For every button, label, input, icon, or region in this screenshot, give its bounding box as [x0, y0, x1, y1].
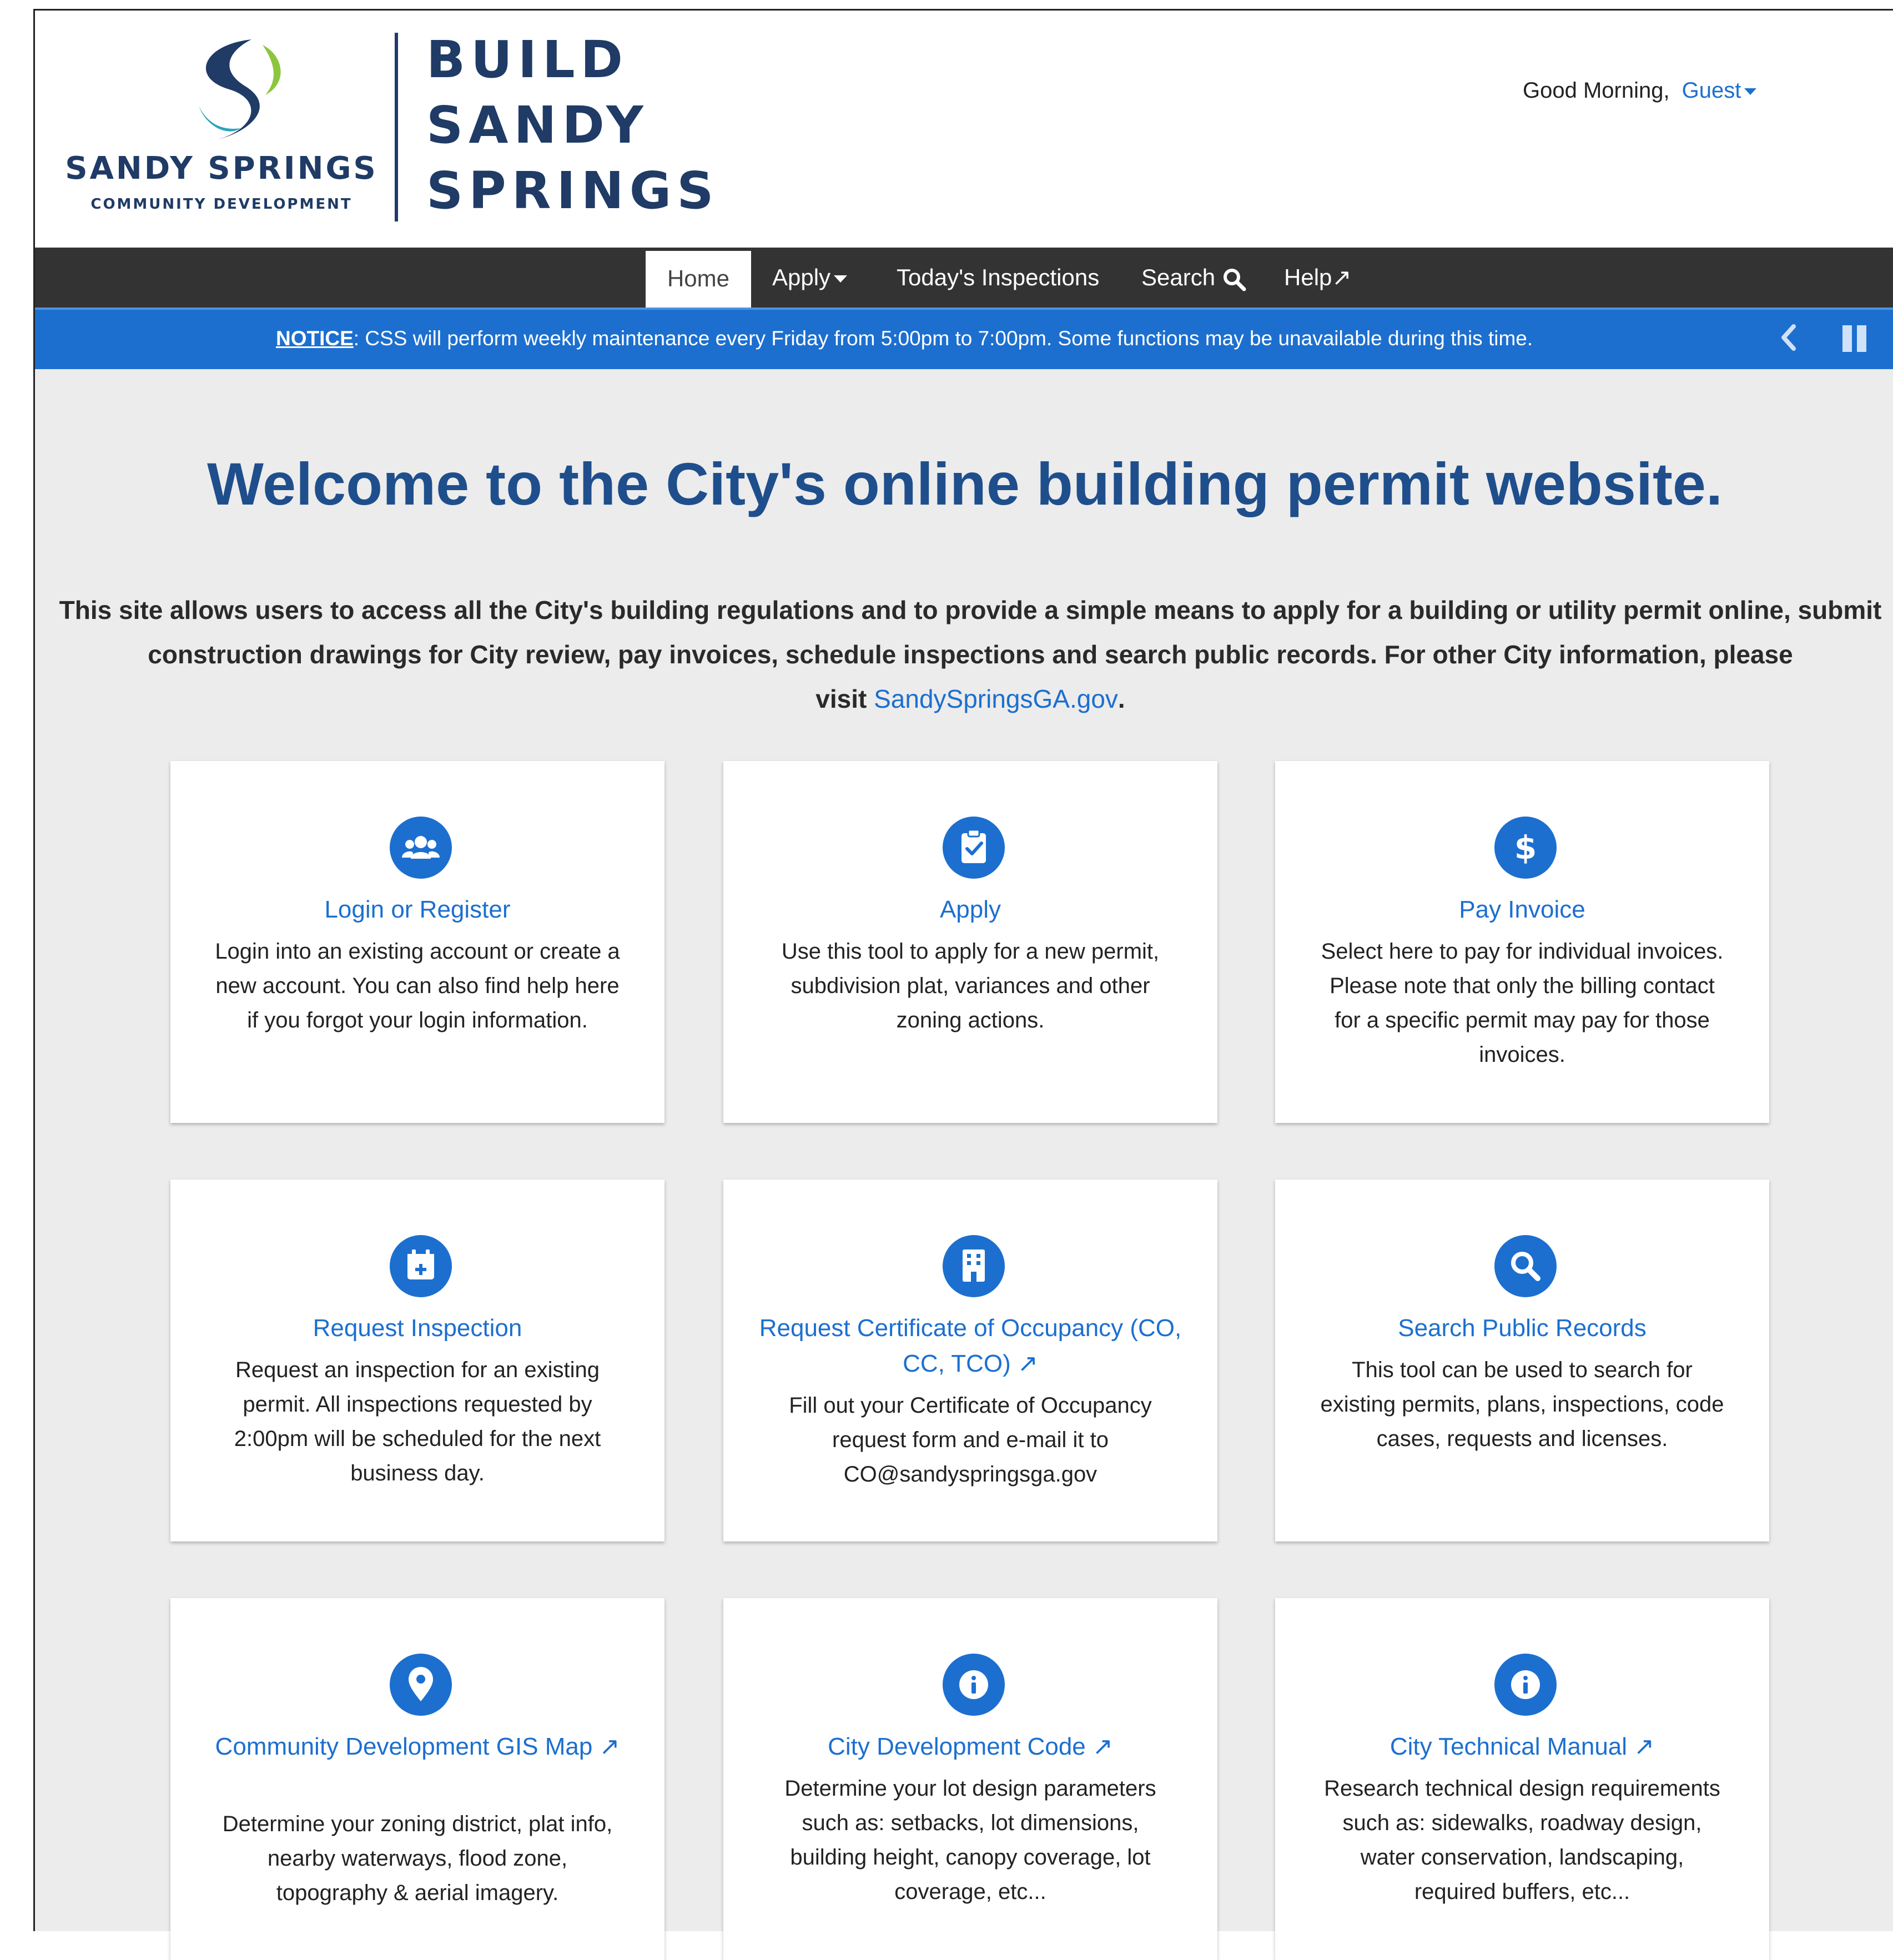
card-description: Request an inspection for an existing pe…	[234, 1358, 601, 1485]
card-title[interactable]: Request Inspection	[193, 1311, 642, 1346]
greeting-text: Good Morning,	[1523, 78, 1670, 103]
clipboard-check-icon	[943, 817, 1005, 879]
search-icon	[1494, 1235, 1557, 1297]
nav-apply[interactable]: Apply	[772, 248, 848, 308]
notice-label: NOTICE	[276, 327, 354, 350]
intro-line-3: visit SandySpringsGA.gov.	[46, 677, 1893, 721]
chevron-down-icon	[1744, 88, 1757, 95]
intro-end: .	[1117, 684, 1125, 713]
card-development-code[interactable]: City Development Code ↗ Determine your l…	[723, 1598, 1217, 1960]
card-title[interactable]: Search Public Records	[1297, 1311, 1747, 1346]
card-technical-manual[interactable]: City Technical Manual ↗ Research technic…	[1275, 1598, 1769, 1960]
intro-visit: visit	[815, 684, 874, 713]
card-certificate-of-occupancy[interactable]: Request Certificate of Occupancy (CO, CC…	[723, 1180, 1217, 1541]
brand-subtitle: COMMUNITY DEVELOPMENT	[90, 196, 353, 213]
svg-text:$: $	[1514, 829, 1537, 866]
card-description: Use this tool to apply for a new permit,…	[781, 939, 1160, 1032]
users-icon	[390, 817, 452, 879]
nav-todays-inspections[interactable]: Today's Inspections	[897, 248, 1099, 308]
card-title[interactable]: Pay Invoice	[1297, 892, 1747, 928]
card-apply[interactable]: Apply Use this tool to apply for a new p…	[723, 761, 1217, 1123]
card-title[interactable]: City Development Code ↗	[746, 1729, 1195, 1765]
card-description: Research technical design requirements s…	[1324, 1776, 1720, 1904]
card-title[interactable]: Apply	[746, 892, 1195, 928]
notice-message: : CSS will perform weekly maintenance ev…	[353, 327, 1533, 350]
info-icon	[943, 1654, 1005, 1716]
card-search-public-records[interactable]: Search Public Records This tool can be u…	[1275, 1180, 1769, 1541]
brand-name: SANDY SPRINGS	[65, 150, 378, 187]
pause-icon[interactable]	[1839, 323, 1870, 354]
user-menu-button[interactable]: Guest	[1682, 78, 1757, 103]
card-title[interactable]: City Technical Manual ↗	[1297, 1729, 1747, 1765]
card-title[interactable]: Login or Register	[193, 892, 642, 928]
site-title-line-3: SPRINGS	[426, 161, 719, 220]
card-pay-invoice[interactable]: $ Pay Invoice Select here to pay for ind…	[1275, 761, 1769, 1123]
card-gis-map[interactable]: Community Development GIS Map ↗ Determin…	[170, 1598, 664, 1960]
card-description: Determine your lot design parameters suc…	[784, 1776, 1156, 1904]
page-frame: SANDY SPRINGS COMMUNITY DEVELOPMENT BUIL…	[33, 9, 1893, 1960]
card-description: This tool can be used to search for exis…	[1320, 1358, 1724, 1451]
notice-text: NOTICE: CSS will perform weekly maintena…	[276, 310, 1533, 367]
city-website-link[interactable]: SandySpringsGA.gov	[874, 684, 1118, 713]
user-name: Guest	[1681, 78, 1741, 103]
nav-help[interactable]: Help↗	[1284, 248, 1352, 308]
card-description: Login into an existing account or create…	[215, 939, 620, 1032]
card-login-register[interactable]: Login or Register Login into an existing…	[170, 761, 664, 1123]
site-title-line-2: SANDY	[426, 95, 649, 155]
card-description: Fill out your Certificate of Occupancy r…	[789, 1393, 1152, 1487]
main-nav: Home Apply Today's Inspections Search He…	[35, 248, 1893, 308]
page-title: Welcome to the City's online building pe…	[207, 450, 1723, 517]
building-icon	[943, 1235, 1005, 1297]
chevron-down-icon	[834, 275, 848, 283]
site-header: SANDY SPRINGS COMMUNITY DEVELOPMENT BUIL…	[35, 11, 1893, 248]
sandy-springs-logo-icon[interactable]	[168, 34, 296, 145]
card-request-inspection[interactable]: Request Inspection Request an inspection…	[170, 1180, 664, 1541]
user-greeting: Good Morning, Guest	[1523, 78, 1893, 103]
card-title[interactable]: Request Certificate of Occupancy (CO, CC…	[746, 1311, 1195, 1382]
info-icon	[1494, 1654, 1557, 1716]
card-title[interactable]: Community Development GIS Map ↗	[193, 1729, 642, 1765]
intro-line-2: construction drawings for City review, p…	[148, 640, 1793, 669]
nav-apply-label: Apply	[772, 264, 831, 290]
nav-home[interactable]: Home	[646, 251, 751, 308]
card-description: Select here to pay for individual invoic…	[1321, 939, 1724, 1067]
chevron-left-icon[interactable]	[1773, 321, 1806, 354]
notice-banner: NOTICE: CSS will perform weekly maintena…	[35, 308, 1893, 369]
intro-text: This site allows users to access all the…	[46, 588, 1893, 721]
site-title[interactable]: BUILD SANDY SPRINGS	[426, 27, 719, 224]
nav-search[interactable]: Search	[1141, 248, 1246, 308]
dollar-icon: $	[1494, 817, 1557, 879]
search-icon	[1223, 268, 1246, 291]
calendar-plus-icon	[390, 1235, 452, 1297]
site-title-line-1: BUILD	[426, 30, 629, 89]
card-description: Determine your zoning district, plat inf…	[222, 1812, 613, 1905]
header-divider	[395, 33, 398, 221]
map-pin-icon	[390, 1654, 452, 1716]
intro-line-1: This site allows users to access all the…	[59, 596, 1882, 624]
nav-search-label: Search	[1141, 264, 1216, 290]
